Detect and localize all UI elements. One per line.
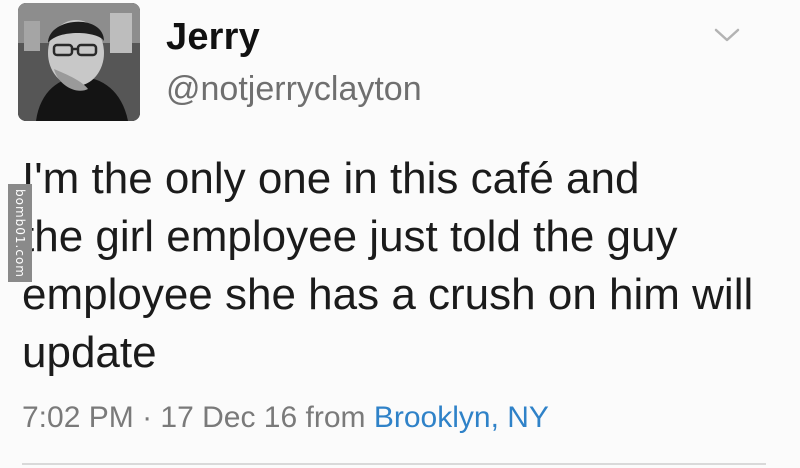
display-name[interactable]: Jerry xyxy=(166,18,260,56)
tweet-text-line: the girl employee just told the guy xyxy=(22,212,678,261)
tweet-text-line: employee she has a crush on him will xyxy=(22,270,754,319)
meta-separator: · xyxy=(142,401,153,434)
tweet-card: Jerry @notjerryclayton bomb01.com I'm th… xyxy=(0,0,800,468)
tweet-date: 17 Dec 16 xyxy=(160,401,298,434)
tweet-text-line: I'm the only one in this café and xyxy=(22,154,640,203)
tweet-time: 7:02 PM xyxy=(22,401,134,434)
watermark: bomb01.com xyxy=(8,184,32,282)
chevron-down-icon[interactable] xyxy=(712,20,742,50)
tweet-text: I'm the only one in this café and the gi… xyxy=(22,150,782,382)
avatar[interactable] xyxy=(18,3,140,121)
divider xyxy=(22,463,766,465)
profile-photo-icon xyxy=(18,3,140,121)
location-link[interactable]: Brooklyn, NY xyxy=(374,401,549,434)
from-label: from xyxy=(305,401,366,434)
user-handle[interactable]: @notjerryclayton xyxy=(166,72,422,106)
tweet-text-line: update xyxy=(22,328,157,377)
tweet-meta: 7:02 PM · 17 Dec 16 from Brooklyn, NY xyxy=(22,398,549,438)
